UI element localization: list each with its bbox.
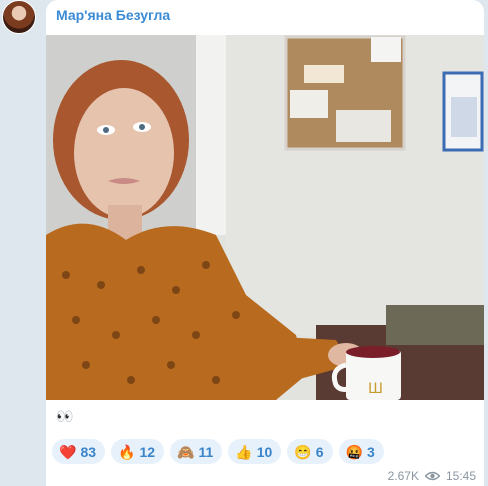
- reaction-count: 12: [139, 443, 156, 460]
- message-photo[interactable]: Ш: [46, 35, 484, 400]
- reaction-fire[interactable]: 🔥 12: [111, 439, 165, 464]
- swearing-face-icon: 🤬: [345, 443, 363, 460]
- reaction-count: 6: [315, 443, 324, 460]
- reaction-thumbs-up[interactable]: 👍 10: [228, 439, 282, 464]
- message-bubble: Мар'яна Безугла Ш 👀 ❤️ 83 🔥 12 🙈 11 👍 10…: [46, 0, 484, 486]
- reaction-swearing-face[interactable]: 🤬 3: [338, 439, 384, 464]
- thumbs-up-icon: 👍: [235, 443, 253, 460]
- reaction-count: 11: [198, 443, 214, 460]
- author-avatar[interactable]: [2, 0, 36, 34]
- reaction-count: 83: [80, 443, 97, 460]
- photo-illustration: Ш: [46, 35, 484, 400]
- eye-icon: [424, 471, 440, 481]
- reaction-count: 10: [256, 443, 273, 460]
- view-count: 2.67K: [387, 469, 419, 483]
- reaction-grin[interactable]: 😁 6: [287, 439, 333, 464]
- reaction-heart[interactable]: ❤️ 83: [52, 439, 106, 464]
- reaction-see-no-evil-monkey[interactable]: 🙈 11: [170, 439, 223, 464]
- heart-icon: ❤️: [59, 443, 77, 460]
- reactions-bar: ❤️ 83 🔥 12 🙈 11 👍 10 😁 6 🤬 3: [52, 439, 384, 464]
- see-no-evil-monkey-icon: 🙈: [177, 443, 195, 460]
- svg-text:Ш: Ш: [368, 381, 383, 397]
- fire-icon: 🔥: [118, 443, 136, 460]
- message-caption: 👀: [56, 408, 74, 424]
- message-time: 15:45: [445, 469, 476, 483]
- reaction-count: 3: [366, 443, 375, 460]
- author-name[interactable]: Мар'яна Безугла: [56, 7, 170, 23]
- grin-icon: 😁: [294, 443, 312, 460]
- message-meta: 2.67K 15:45: [388, 469, 476, 483]
